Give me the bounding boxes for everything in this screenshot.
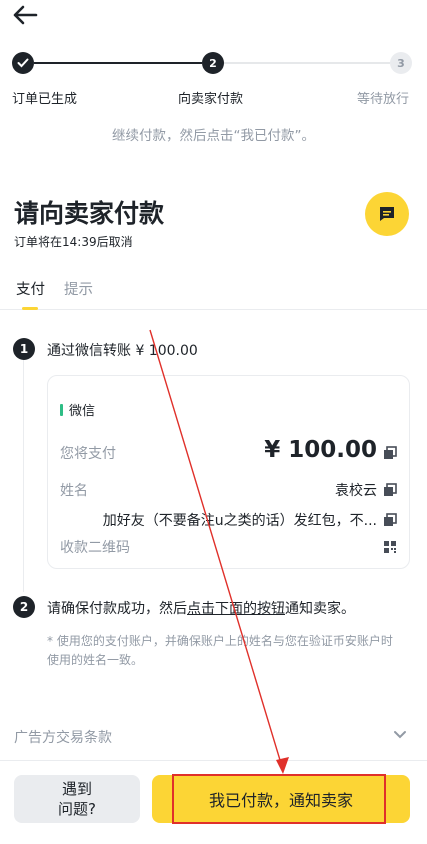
tab-active-indicator <box>22 307 38 310</box>
confirm-paid-button[interactable]: 我已付款，通知卖家 <box>152 775 410 823</box>
chat-icon <box>380 207 394 221</box>
chat-button[interactable] <box>365 192 409 236</box>
tab-pay[interactable]: 支付 <box>16 278 45 299</box>
qr-code-label: 收款二维码 <box>60 540 130 556</box>
payment-method-name: 微信 <box>69 404 96 419</box>
step-3-dot: 3 <box>390 52 412 74</box>
steps-connector <box>23 360 24 592</box>
step-connector-pending <box>222 62 390 64</box>
wechat-indicator <box>60 403 63 416</box>
amount-value: ¥ 100.00 <box>264 437 377 463</box>
copy-remark-icon[interactable] <box>383 513 397 527</box>
account-name-note: * 使用您的支付账户，并确保账户上的姓名与您在验证币安账户时使用的姓名一致。 <box>47 634 393 667</box>
name-label: 姓名 <box>60 483 88 499</box>
step-1-dot <box>12 52 34 74</box>
step-2-dot: 2 <box>202 52 224 74</box>
step-2-badge: 2 <box>13 596 35 618</box>
back-button[interactable] <box>12 4 44 28</box>
copy-name-icon[interactable] <box>383 483 397 497</box>
step-2-label: 向卖家付款 <box>178 92 244 107</box>
payment-remark: 加好友（不要备注u之类的话）发红包，不... <box>102 513 377 529</box>
amount-label: 您将支付 <box>60 446 116 462</box>
chevron-down-icon[interactable] <box>393 729 407 741</box>
step-2-instruction: 请确保付款成功，然后点击下面的按钮通知卖家。 <box>47 598 355 618</box>
cancel-countdown: 订单将在14:39后取消 <box>14 235 133 249</box>
copy-amount-icon[interactable] <box>383 446 397 460</box>
payment-details-card: 微信 您将支付 ¥ 100.00 姓名 袁校云 加好友（不要备注u之类的话）发红… <box>47 375 410 569</box>
order-progress-stepper: 2 3 订单已生成 向卖家付款 等待放行 <box>0 52 427 112</box>
step-3-label: 等待放行 <box>357 92 410 107</box>
arrow-left-icon <box>13 5 38 25</box>
step-2-text-pre: 请确保付款成功，然后 <box>47 601 187 617</box>
step-2-text-post: 通知卖家。 <box>285 601 355 617</box>
bottom-action-bar: 遇到 问题? 我已付款，通知卖家 <box>0 760 427 844</box>
step-1-instruction: 通过微信转账 ¥ 100.00 <box>47 343 198 359</box>
payment-method: 微信 <box>60 400 95 419</box>
step-1-badge: 1 <box>13 338 35 360</box>
step-connector-done <box>34 62 202 64</box>
check-icon <box>17 58 29 68</box>
name-value: 袁校云 <box>335 483 377 499</box>
tab-tips[interactable]: 提示 <box>64 278 93 299</box>
payment-hint: 继续付款，然后点击“我已付款”。 <box>112 128 315 144</box>
step-1-label: 订单已生成 <box>12 92 78 107</box>
problem-button[interactable]: 遇到 问题? <box>14 775 140 823</box>
qr-code-icon[interactable] <box>383 540 397 554</box>
ad-terms-toggle[interactable]: 广告方交易条款 <box>14 727 112 747</box>
step-2-link: 点击下面的按钮 <box>187 601 285 617</box>
page-title: 请向卖家付款 <box>14 199 165 228</box>
problem-button-label: 遇到 问题? <box>58 780 96 818</box>
tab-bar: 支付 提示 <box>0 278 427 310</box>
